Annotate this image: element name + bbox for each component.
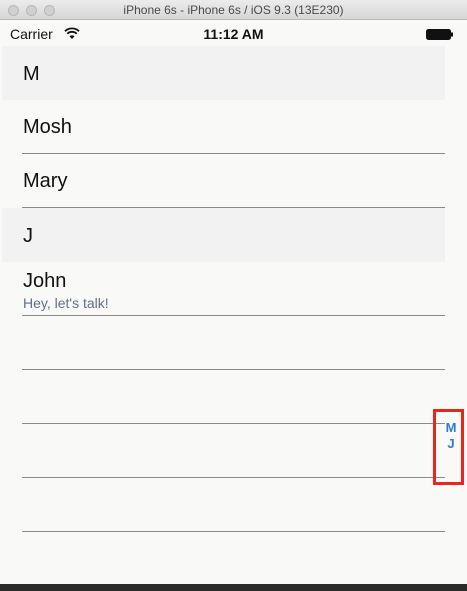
empty-row (2, 316, 445, 370)
row-separator (22, 531, 445, 532)
section-header-j: J (2, 208, 445, 262)
table-row[interactable]: John Hey, let's talk! (2, 262, 445, 316)
simulator-window: iPhone 6s - iPhone 6s / iOS 9.3 (13E230)… (0, 0, 467, 591)
status-time: 11:12 AM (203, 26, 264, 42)
row-subtitle: Hey, let's talk! (23, 295, 109, 311)
section-header-title: J (23, 225, 33, 247)
empty-row (2, 478, 445, 532)
ios-status-bar: Carrier 11:12 AM (0, 20, 467, 46)
section-header-title: M (23, 63, 40, 85)
table-row[interactable]: Mary (2, 154, 445, 208)
row-title: Mosh (23, 116, 72, 138)
section-header-m: M (2, 46, 445, 100)
window-titlebar: iPhone 6s - iPhone 6s / iOS 9.3 (13E230) (0, 0, 467, 20)
battery-icon (426, 29, 453, 40)
window-bottom-edge (0, 584, 467, 591)
annotation-highlight-box (433, 409, 464, 485)
contacts-table: M Mosh Mary J John Hey, let's talk! (2, 46, 445, 532)
empty-row (2, 370, 445, 424)
window-title: iPhone 6s - iPhone 6s / iOS 9.3 (13E230) (123, 3, 344, 17)
empty-row (2, 424, 445, 478)
row-title: Mary (23, 170, 68, 192)
row-title: John (23, 270, 67, 292)
table-row[interactable]: Mosh (2, 100, 445, 154)
